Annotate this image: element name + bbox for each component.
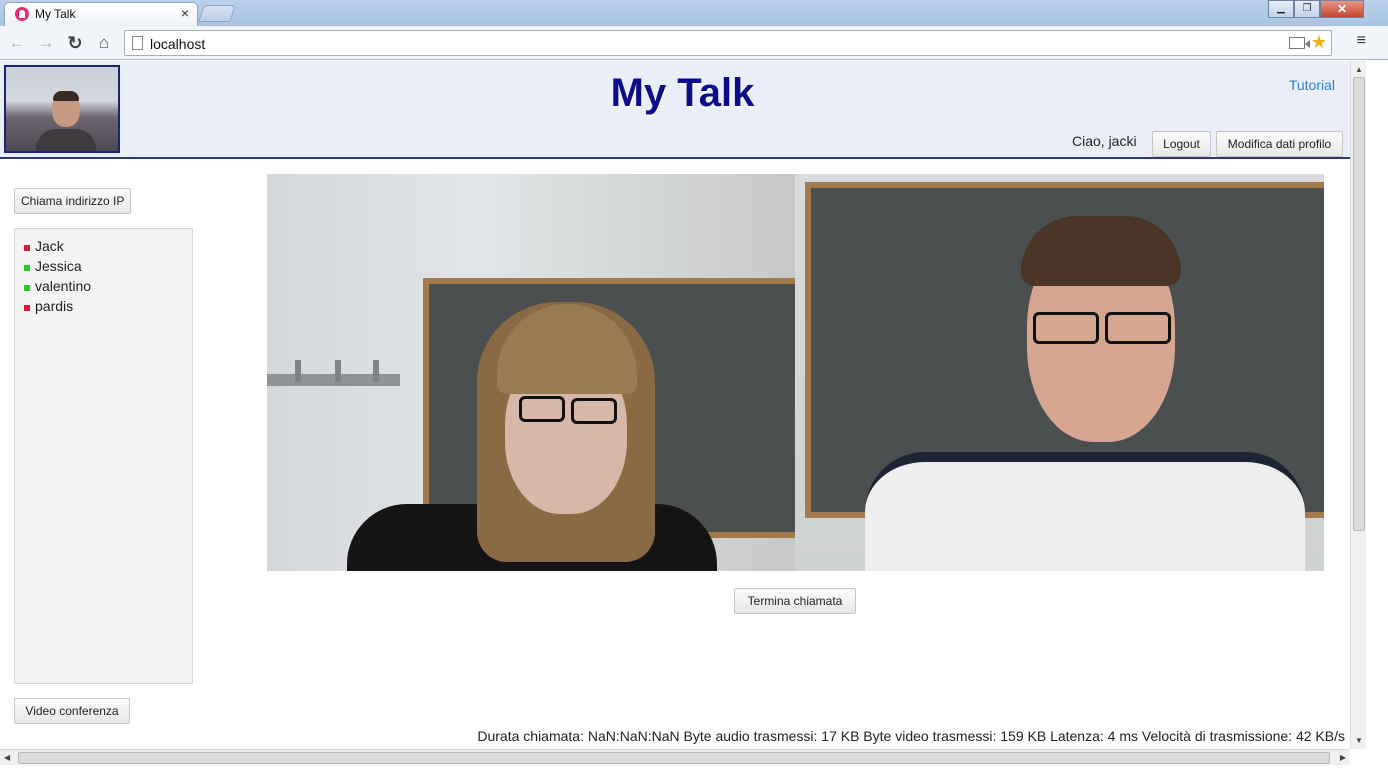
tab-close-icon[interactable]: × bbox=[181, 5, 189, 21]
camera-icon[interactable] bbox=[1289, 37, 1310, 49]
video-conference-button[interactable]: Video conferenza bbox=[14, 698, 130, 724]
address-bar[interactable]: localhost ★ bbox=[124, 30, 1332, 56]
menu-icon[interactable]: ≡ bbox=[1357, 32, 1366, 50]
glasses bbox=[571, 398, 617, 424]
coat-hook bbox=[373, 360, 379, 382]
glasses bbox=[519, 396, 565, 422]
scroll-right-icon[interactable]: ▶ bbox=[1340, 753, 1346, 762]
tutorial-link[interactable]: Tutorial bbox=[1289, 77, 1335, 93]
star-icon[interactable]: ★ bbox=[1311, 32, 1327, 53]
person-hair bbox=[1021, 216, 1181, 286]
glasses bbox=[1033, 312, 1099, 344]
contact-name[interactable]: valentino bbox=[35, 278, 91, 294]
contacts-list: Jack Jessica valentino pardis bbox=[14, 228, 193, 684]
back-icon[interactable]: ← bbox=[6, 32, 28, 54]
scroll-left-icon[interactable]: ◀ bbox=[4, 753, 10, 762]
status-indicator bbox=[24, 245, 30, 251]
remote-video-right bbox=[795, 174, 1324, 571]
new-tab-button[interactable] bbox=[198, 5, 236, 22]
glasses bbox=[1105, 312, 1171, 344]
home-icon[interactable]: ⌂ bbox=[93, 32, 115, 54]
close-window-button[interactable]: ✕ bbox=[1320, 0, 1364, 18]
scroll-down-icon[interactable]: ▼ bbox=[1355, 736, 1363, 745]
minimize-button[interactable]: ▁ bbox=[1268, 0, 1294, 18]
contact-item[interactable]: Jessica bbox=[23, 257, 192, 277]
end-call-button[interactable]: Termina chiamata bbox=[734, 588, 856, 614]
window-title-bar: My Talk × ▁ ❐ ✕ bbox=[0, 0, 1388, 26]
user-greeting: Ciao, jacki bbox=[1072, 133, 1137, 149]
contact-item[interactable]: pardis bbox=[23, 297, 192, 317]
contact-name[interactable]: Jessica bbox=[35, 258, 82, 274]
page-title: My Talk bbox=[610, 71, 755, 115]
status-indicator bbox=[24, 305, 30, 311]
contact-name[interactable]: pardis bbox=[35, 298, 73, 314]
logout-button[interactable]: Logout bbox=[1152, 131, 1211, 157]
call-stats: Durata chiamata: NaN:NaN:NaN Byte audio … bbox=[477, 728, 1345, 744]
coat-hook bbox=[335, 360, 341, 382]
scroll-up-icon[interactable]: ▲ bbox=[1355, 65, 1363, 74]
horizontal-scrollbar[interactable]: ◀ ▶ bbox=[0, 749, 1350, 765]
horizontal-scroll-thumb[interactable] bbox=[18, 752, 1330, 764]
edit-profile-button[interactable]: Modifica dati profilo bbox=[1216, 131, 1343, 157]
status-indicator bbox=[24, 285, 30, 291]
coat-hook bbox=[295, 360, 301, 382]
tab-title: My Talk bbox=[35, 7, 76, 21]
self-video-body bbox=[36, 129, 96, 151]
remote-video-left bbox=[267, 174, 795, 571]
window-controls: ▁ ❐ ✕ bbox=[1268, 0, 1364, 18]
contact-name[interactable]: Jack bbox=[35, 238, 64, 254]
maximize-button[interactable]: ❐ bbox=[1294, 0, 1320, 18]
browser-toolbar: ← → ↻ ⌂ localhost ★ ≡ bbox=[0, 26, 1388, 60]
page-viewport: My Talk Tutorial Ciao, jacki Logout Modi… bbox=[0, 61, 1350, 749]
call-ip-button[interactable]: Chiama indirizzo IP bbox=[14, 188, 131, 214]
contact-item[interactable]: Jack bbox=[23, 237, 192, 257]
browser-tab[interactable]: My Talk × bbox=[4, 2, 198, 26]
favicon-icon bbox=[15, 7, 29, 21]
forward-icon[interactable]: → bbox=[35, 32, 57, 54]
page-icon bbox=[132, 36, 143, 50]
coat-hook-rail bbox=[267, 374, 400, 386]
vertical-scrollbar[interactable]: ▲ ▼ bbox=[1350, 61, 1366, 749]
page-header: My Talk Tutorial Ciao, jacki Logout Modi… bbox=[0, 61, 1350, 159]
vertical-scroll-thumb[interactable] bbox=[1353, 77, 1365, 531]
person-shirt bbox=[865, 452, 1305, 571]
status-indicator bbox=[24, 265, 30, 271]
url-text[interactable]: localhost bbox=[150, 36, 205, 52]
reload-icon[interactable]: ↻ bbox=[64, 32, 86, 54]
contact-item[interactable]: valentino bbox=[23, 277, 192, 297]
